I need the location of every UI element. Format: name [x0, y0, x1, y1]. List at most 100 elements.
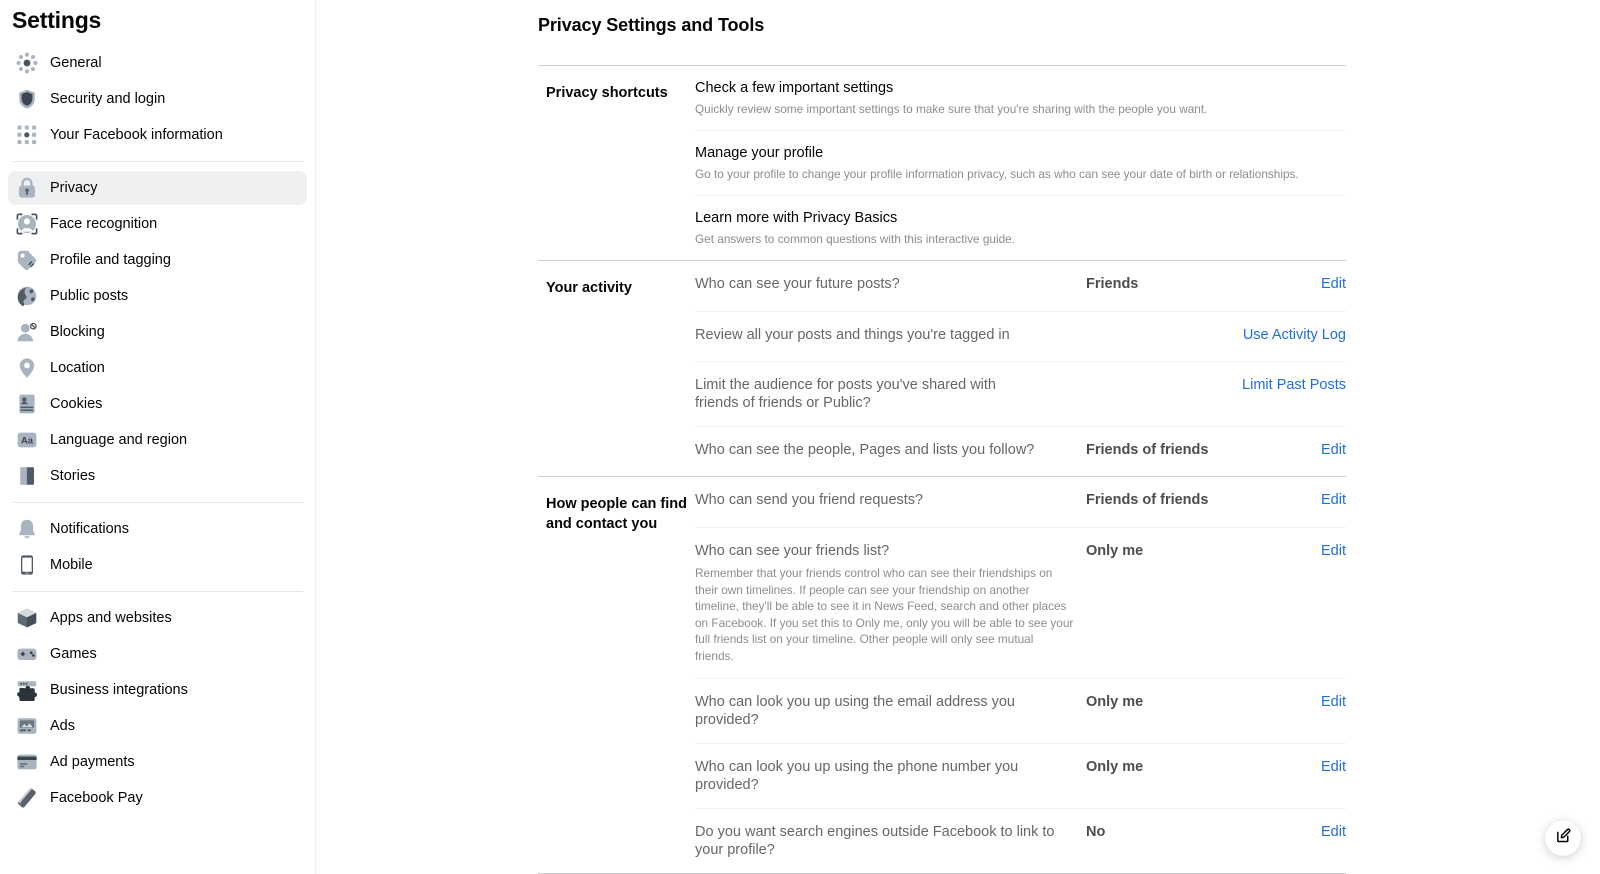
- setting-question-cell: Who can see your future posts?: [695, 275, 1086, 293]
- sidebar-item-ads[interactable]: Ads: [8, 709, 307, 743]
- setting-row: Review all your posts and things you're …: [695, 311, 1346, 361]
- credit-card-icon: [16, 751, 38, 773]
- setting-action-link[interactable]: Edit: [1276, 275, 1346, 293]
- sidebar-item-language-and-region[interactable]: Aa Language and region: [8, 423, 307, 457]
- gear-icon: [16, 52, 38, 74]
- svg-text:Aa: Aa: [21, 435, 34, 446]
- setting-question: Review all your posts and things you're …: [695, 327, 1010, 343]
- setting-action-link[interactable]: Use Activity Log: [1243, 326, 1346, 344]
- main-content: Privacy Settings and Tools Privacy short…: [316, 0, 1600, 874]
- setting-row: Who can look you up using the email addr…: [695, 678, 1346, 743]
- map-pin-icon: [16, 357, 38, 379]
- sidebar-item-apps-and-websites[interactable]: Apps and websites: [8, 601, 307, 635]
- sidebar-item-cookies[interactable]: Cookies: [8, 387, 307, 421]
- sidebar-divider: [12, 161, 303, 162]
- shortcut-title: Manage your profile: [695, 145, 824, 161]
- compose-fab-button[interactable]: [1545, 820, 1581, 856]
- privacy-shortcut-row[interactable]: Check a few important settings Quickly re…: [695, 66, 1346, 130]
- sidebar-item-label: Facebook Pay: [50, 790, 143, 806]
- sidebar-nav: General Security and login Your Facebook i…: [0, 46, 315, 815]
- sidebar-item-privacy[interactable]: Privacy: [8, 171, 307, 205]
- sidebar-item-label: Your Facebook information: [50, 127, 223, 143]
- sidebar-item-notifications[interactable]: Notifications: [8, 512, 307, 546]
- setting-question: Who can look you up using the email addr…: [695, 694, 1015, 728]
- sidebar-item-mobile[interactable]: Mobile: [8, 548, 307, 582]
- shortcut-subtitle: Go to your profile to change your profil…: [695, 167, 1299, 181]
- sidebar-item-label: Face recognition: [50, 216, 158, 232]
- page-title: Privacy Settings and Tools: [538, 15, 765, 35]
- setting-question: Who can see the people, Pages and lists …: [695, 442, 1035, 458]
- sidebar-item-label: Notifications: [50, 521, 129, 537]
- sidebar-group: Apps and websites Games Business integrati…: [0, 601, 315, 815]
- section-rows: Who can see your future posts? Friends Edi…: [695, 261, 1346, 476]
- bell-icon: [16, 518, 38, 540]
- setting-row: Who can send you friend requests? Friends…: [695, 477, 1346, 527]
- setting-action-link[interactable]: Edit: [1276, 693, 1346, 711]
- sidebar-item-profile-and-tagging[interactable]: Profile and tagging: [8, 243, 307, 277]
- privacy-shortcut-row[interactable]: Manage your profile Go to your profile to…: [695, 130, 1346, 195]
- section-label: Your activity: [546, 280, 632, 296]
- person-block-icon: [16, 321, 38, 343]
- sidebar-item-location[interactable]: Location: [8, 351, 307, 385]
- shortcut-subtitle: Quickly review some important settings t…: [695, 102, 1208, 116]
- settings-section: Your activity Who can see your future pos…: [538, 261, 1346, 476]
- setting-row: Who can see your future posts? Friends Edi…: [695, 261, 1346, 311]
- lock-icon: [16, 177, 38, 199]
- sidebar-item-ad-payments[interactable]: Ad payments: [8, 745, 307, 779]
- setting-row: Who can see the people, Pages and lists …: [695, 426, 1346, 476]
- setting-action-link[interactable]: Limit Past Posts: [1242, 376, 1346, 394]
- setting-question-cell: Who can look you up using the email addr…: [695, 693, 1086, 729]
- sidebar-item-label: Blocking: [50, 324, 105, 340]
- sidebar-group: Notifications Mobile: [0, 512, 315, 582]
- sidebar-item-label: Profile and tagging: [50, 252, 171, 268]
- compose-edit-icon: [1555, 827, 1572, 849]
- setting-question-cell: Who can send you friend requests?: [695, 491, 1086, 509]
- setting-action-link[interactable]: Edit: [1276, 758, 1346, 776]
- section-label: Privacy shortcuts: [546, 85, 668, 101]
- shortcut-title: Learn more with Privacy Basics: [695, 210, 898, 226]
- shield-icon: [16, 88, 38, 110]
- setting-question: Who can send you friend requests?: [695, 492, 924, 508]
- sidebar-item-business-integrations[interactable]: Business integrations: [8, 673, 307, 707]
- privacy-shortcut-row[interactable]: Learn more with Privacy Basics Get answer…: [695, 195, 1346, 260]
- setting-value: No: [1086, 824, 1106, 840]
- sidebar-item-security-and-login[interactable]: Security and login: [8, 82, 307, 116]
- setting-question: Who can see your future posts?: [695, 276, 900, 292]
- setting-action-link[interactable]: Edit: [1276, 823, 1346, 841]
- setting-value: Friends of friends: [1086, 442, 1209, 458]
- setting-action-link[interactable]: Edit: [1276, 542, 1346, 560]
- sidebar-item-label: Business integrations: [50, 682, 188, 698]
- sidebar-item-public-posts[interactable]: Public posts: [8, 279, 307, 313]
- setting-row: Who can see your friends list? Remember t…: [695, 527, 1346, 678]
- sidebar-item-label: Security and login: [50, 91, 166, 107]
- setting-question-cell: Limit the audience for posts you've shar…: [695, 376, 1052, 412]
- tag-icon: [16, 249, 38, 271]
- sidebar-item-label: Games: [50, 646, 97, 662]
- sidebar-group: Privacy Face recognition Profile and taggi…: [0, 171, 315, 493]
- sidebar-item-facebook-pay[interactable]: Facebook Pay: [8, 781, 307, 815]
- sidebar-item-general[interactable]: General: [8, 46, 307, 80]
- sidebar-divider: [12, 591, 303, 592]
- puzzle-icon: [16, 679, 38, 701]
- sidebar-item-face-recognition[interactable]: Face recognition: [8, 207, 307, 241]
- cube-icon: [16, 607, 38, 629]
- language-aa-icon: Aa: [16, 429, 38, 451]
- section-rows: Who can send you friend requests? Friends…: [695, 477, 1346, 873]
- sidebar-item-label: Public posts: [50, 288, 129, 304]
- setting-action-link[interactable]: Edit: [1276, 491, 1346, 509]
- setting-question-cell: Who can see your friends list? Remember t…: [695, 542, 1086, 664]
- sidebar-item-blocking[interactable]: Blocking: [8, 315, 307, 349]
- sidebar-item-stories[interactable]: Stories: [8, 459, 307, 493]
- sidebar-item-games[interactable]: Games: [8, 637, 307, 671]
- setting-question-cell: Review all your posts and things you're …: [695, 326, 1053, 344]
- setting-action-link[interactable]: Edit: [1276, 441, 1346, 459]
- sidebar-item-your-facebook-information[interactable]: Your Facebook information: [8, 118, 307, 152]
- setting-question: Who can look you up using the phone numb…: [695, 759, 1019, 793]
- ad-image-icon: [16, 715, 38, 737]
- setting-question: Do you want search engines outside Faceb…: [695, 824, 1055, 858]
- gamepad-icon: [16, 643, 38, 665]
- setting-row: Do you want search engines outside Faceb…: [695, 808, 1346, 873]
- setting-description: Remember that your friends control who c…: [695, 566, 1074, 663]
- sidebar-item-label: General: [50, 55, 102, 71]
- setting-value: Only me: [1086, 543, 1144, 559]
